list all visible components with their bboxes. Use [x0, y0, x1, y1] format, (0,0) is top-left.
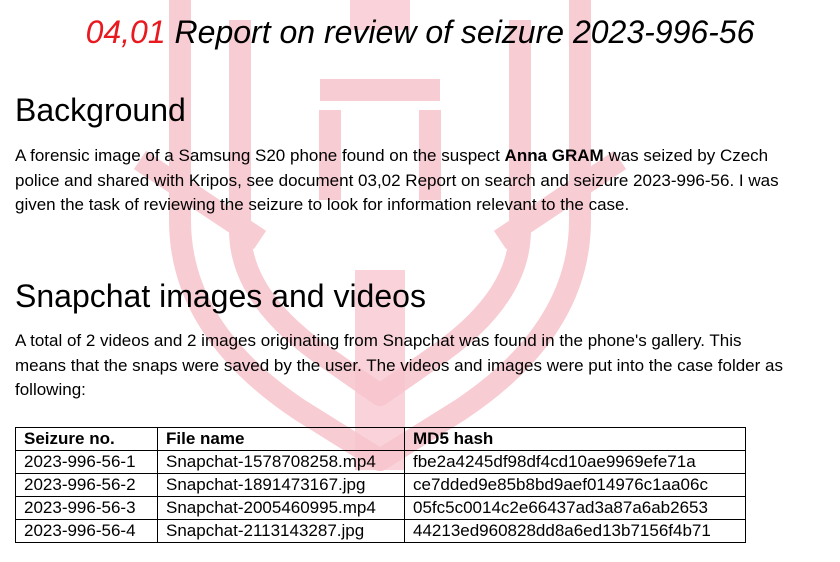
column-header-file-name: File name [157, 427, 405, 451]
table-row: 2023-996-56-3 Snapchat-2005460995.mp4 05… [15, 496, 746, 520]
document-title-text: Report on review of seizure 2023-996-56 [174, 14, 755, 50]
file-name-cell: Snapchat-1578708258.mp4 [157, 450, 405, 474]
snapchat-heading: Snapchat images and videos [15, 278, 426, 314]
background-paragraph: A forensic image of a Samsung S20 phone … [15, 144, 785, 218]
table-row: 2023-996-56-2 Snapchat-1891473167.jpg ce… [15, 473, 746, 497]
document-number: 04,01 [85, 14, 166, 50]
table-header-row: Seizure no. File name MD5 hash [15, 427, 746, 451]
background-heading: Background [15, 92, 186, 128]
seizure-files-table: Seizure no. File name MD5 hash 2023-996-… [15, 427, 746, 543]
md5-hash-cell: fbe2a4245df98df4cd10ae9969efe71a [404, 450, 746, 474]
document-title: 04,01 Report on review of seizure 2023-9… [0, 12, 840, 52]
table-row: 2023-996-56-4 Snapchat-2113143287.jpg 44… [15, 519, 746, 543]
seizure-no-cell: 2023-996-56-4 [15, 519, 158, 543]
snapchat-paragraph: A total of 2 videos and 2 images origina… [15, 331, 783, 399]
background-text-before: A forensic image of a Samsung S20 phone … [15, 146, 505, 165]
md5-hash-cell: 05fc5c0014c2e66437ad3a87a6ab2653 [404, 496, 746, 520]
md5-hash-cell: ce7dded9e85b8bd9aef014976c1aa06c [404, 473, 746, 497]
seizure-no-cell: 2023-996-56-3 [15, 496, 158, 520]
column-header-md5-hash: MD5 hash [404, 427, 746, 451]
table-row: 2023-996-56-1 Snapchat-1578708258.mp4 fb… [15, 450, 746, 474]
suspect-name: Anna GRAM [504, 146, 604, 165]
file-name-cell: Snapchat-2005460995.mp4 [157, 496, 405, 520]
document-page: 04,01 Report on review of seizure 2023-9… [0, 0, 840, 562]
column-header-seizure-no: Seizure no. [15, 427, 158, 451]
seizure-no-cell: 2023-996-56-2 [15, 473, 158, 497]
file-name-cell: Snapchat-2113143287.jpg [157, 519, 405, 543]
file-name-cell: Snapchat-1891473167.jpg [157, 473, 405, 497]
seizure-no-cell: 2023-996-56-1 [15, 450, 158, 474]
md5-hash-cell: 44213ed960828dd8a6ed13b7156f4b71 [404, 519, 746, 543]
